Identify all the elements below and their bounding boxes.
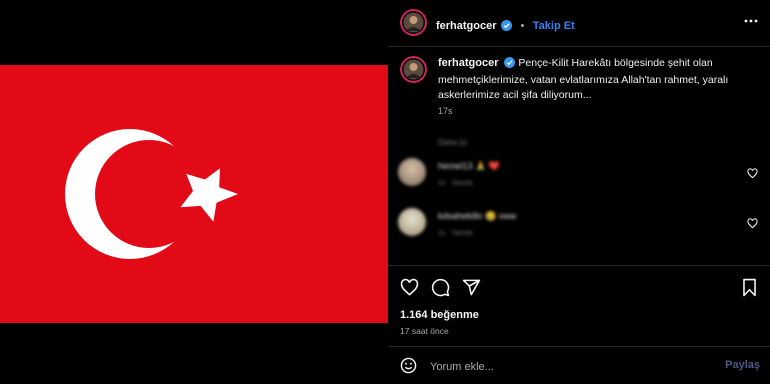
- paper-plane-icon[interactable]: [462, 278, 481, 302]
- post-panel: ferhatgocer • Takip Et ferhatgocer Pençe…: [388, 0, 770, 383]
- caption-username[interactable]: ferhatgocer: [438, 57, 499, 69]
- post-caption: ferhatgocer Pençe-Kilit Harekâtı bölgesi…: [438, 56, 748, 103]
- comment-reaction: 🙏 ❤️: [475, 161, 500, 171]
- separator-dot: •: [520, 20, 525, 32]
- comment-composer: Paylaş: [388, 346, 770, 384]
- comment-meta: 1s Yanıtla: [438, 230, 472, 237]
- comment-meta: 1s Yanıtla: [438, 180, 472, 187]
- comment-text: hemel13 🙏 ❤️: [438, 161, 500, 172]
- comment-icon[interactable]: [431, 278, 450, 302]
- comment-like-heart-icon[interactable]: [747, 166, 758, 184]
- more-dots-icon[interactable]: [744, 14, 758, 33]
- post-media[interactable]: [0, 0, 388, 383]
- verified-badge-icon: [500, 18, 512, 36]
- reply-button[interactable]: Yanıtla: [451, 180, 472, 187]
- smiley-icon[interactable]: [400, 357, 417, 379]
- comment-input[interactable]: [428, 356, 712, 378]
- comment-like-heart-icon[interactable]: [747, 216, 758, 234]
- turkish-flag-image: [0, 65, 388, 323]
- caption-avatar[interactable]: [400, 56, 427, 83]
- comment-time: 1s: [438, 230, 446, 237]
- post-header: ferhatgocer • Takip Et: [388, 0, 770, 47]
- bookmark-icon[interactable]: [741, 278, 758, 302]
- heart-icon[interactable]: [400, 278, 419, 302]
- comment-reaction: 😢 vww: [485, 211, 517, 221]
- comment-avatar[interactable]: [398, 208, 426, 236]
- comment-avatar[interactable]: [398, 158, 426, 186]
- follow-button[interactable]: Takip Et: [533, 20, 575, 32]
- comments-hint: Daha iyi: [438, 138, 467, 147]
- comment-username[interactable]: kdsahekillo: [438, 211, 483, 221]
- likes-count[interactable]: 1.164 beğenme: [400, 309, 479, 321]
- action-bar: [388, 265, 770, 311]
- verified-badge-icon: [504, 57, 516, 73]
- post-timestamp: 17 saat önce: [400, 326, 449, 336]
- share-comment-button[interactable]: Paylaş: [725, 359, 760, 371]
- avatar[interactable]: [400, 9, 427, 36]
- comment-row: kdsahekillo 😢 vww 1s Yanıtla: [398, 208, 768, 248]
- comment-username[interactable]: hemel13: [438, 161, 473, 171]
- header-username[interactable]: ferhatgocer: [436, 20, 497, 32]
- comment-text: kdsahekillo 😢 vww: [438, 211, 516, 222]
- comment-time: 1s: [438, 180, 446, 187]
- comment-row: hemel13 🙏 ❤️ 1s Yanıtla: [398, 158, 768, 198]
- caption-time: 17s: [438, 106, 453, 116]
- reply-button[interactable]: Yanıtla: [451, 230, 472, 237]
